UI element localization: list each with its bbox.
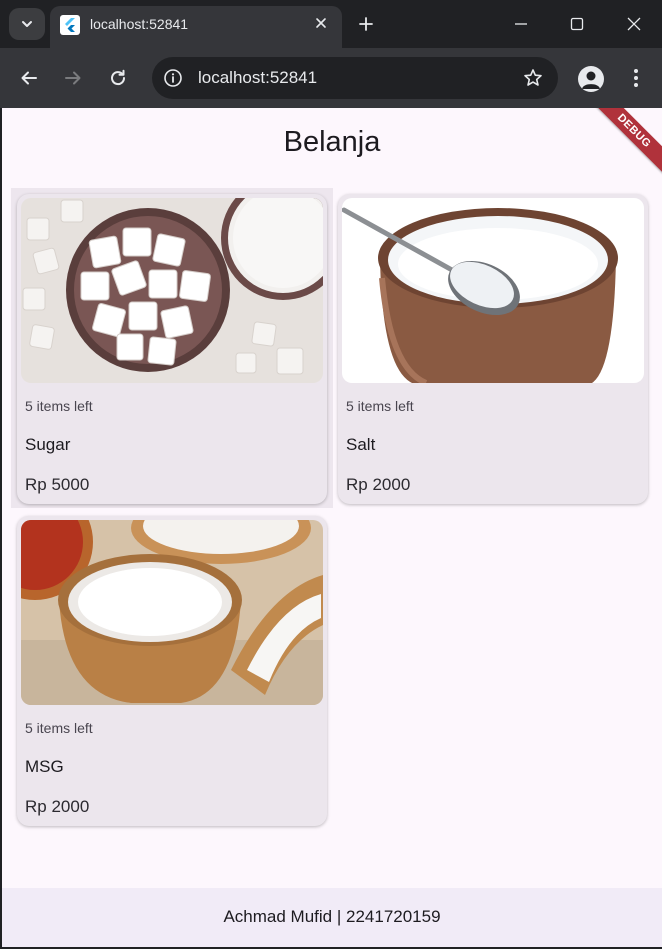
forward-button[interactable] (57, 62, 89, 94)
product-name: Sugar (25, 435, 71, 454)
page-title: Belanja (283, 126, 381, 158)
msg-image (21, 520, 323, 705)
reload-icon (111, 69, 126, 86)
address-bar[interactable]: localhost:52841 (152, 57, 558, 99)
product-card-wrapper-salt: 5 items left Salt Rp 2000 (332, 188, 654, 508)
close-window-button[interactable] (614, 8, 654, 40)
site-info-button[interactable] (162, 67, 184, 89)
back-button[interactable] (13, 62, 45, 94)
app-viewport: Belanja DEBUG 5 items left Sugar Rp 5000… (2, 108, 662, 947)
arrow-left-icon (21, 71, 37, 85)
product-card-msg[interactable]: 5 items left MSG Rp 2000 (17, 516, 327, 826)
flutter-favicon-icon (60, 15, 80, 35)
product-stock: 5 items left (346, 398, 414, 414)
bookmark-button[interactable] (522, 67, 544, 89)
new-tab-button[interactable] (352, 10, 380, 38)
footer-separator: | (332, 907, 346, 926)
product-price: Rp 2000 (25, 797, 90, 816)
chevron-down-icon (22, 21, 32, 27)
profile-button[interactable] (578, 66, 604, 92)
url-text[interactable]: localhost:52841 (198, 68, 317, 88)
product-card-salt[interactable]: 5 items left Salt Rp 2000 (338, 194, 648, 504)
tab-search-button[interactable] (9, 8, 45, 40)
plus-icon (359, 17, 373, 31)
product-price: Rp 2000 (346, 475, 411, 494)
tab-title: localhost:52841 (90, 16, 189, 32)
arrow-right-icon (65, 71, 81, 85)
kebab-icon (634, 69, 638, 87)
maximize-button[interactable] (557, 8, 597, 40)
close-icon (627, 17, 641, 31)
footer-author: Achmad Mufid (223, 907, 333, 926)
sugar-image (21, 198, 323, 383)
footer: Achmad Mufid | 2241720159 (2, 888, 662, 947)
product-name: MSG (25, 757, 64, 776)
browser-menu-button[interactable] (624, 64, 648, 92)
close-icon (316, 18, 326, 28)
footer-student-id: 2241720159 (346, 907, 441, 926)
person-icon (582, 71, 600, 89)
minimize-button[interactable] (501, 8, 541, 40)
browser-tab[interactable]: localhost:52841 (50, 6, 342, 48)
product-name: Salt (346, 435, 376, 454)
salt-image (342, 198, 644, 383)
close-tab-button[interactable] (312, 14, 330, 32)
maximize-icon (570, 17, 584, 31)
product-stock: 5 items left (25, 398, 93, 414)
minimize-icon (515, 23, 527, 25)
product-card-wrapper-msg: 5 items left MSG Rp 2000 (11, 510, 333, 830)
info-icon (164, 69, 182, 87)
star-icon (524, 69, 542, 86)
product-price: Rp 5000 (25, 475, 90, 494)
product-stock: 5 items left (25, 720, 93, 736)
browser-toolbar: localhost:52841 (0, 48, 662, 108)
product-card-wrapper-sugar: 5 items left Sugar Rp 5000 (11, 188, 333, 508)
product-card-sugar[interactable]: 5 items left Sugar Rp 5000 (17, 194, 327, 504)
browser-tab-bar: localhost:52841 (0, 0, 662, 48)
reload-button[interactable] (102, 62, 134, 94)
footer-credit: Achmad Mufid | 2241720159 (2, 907, 662, 927)
